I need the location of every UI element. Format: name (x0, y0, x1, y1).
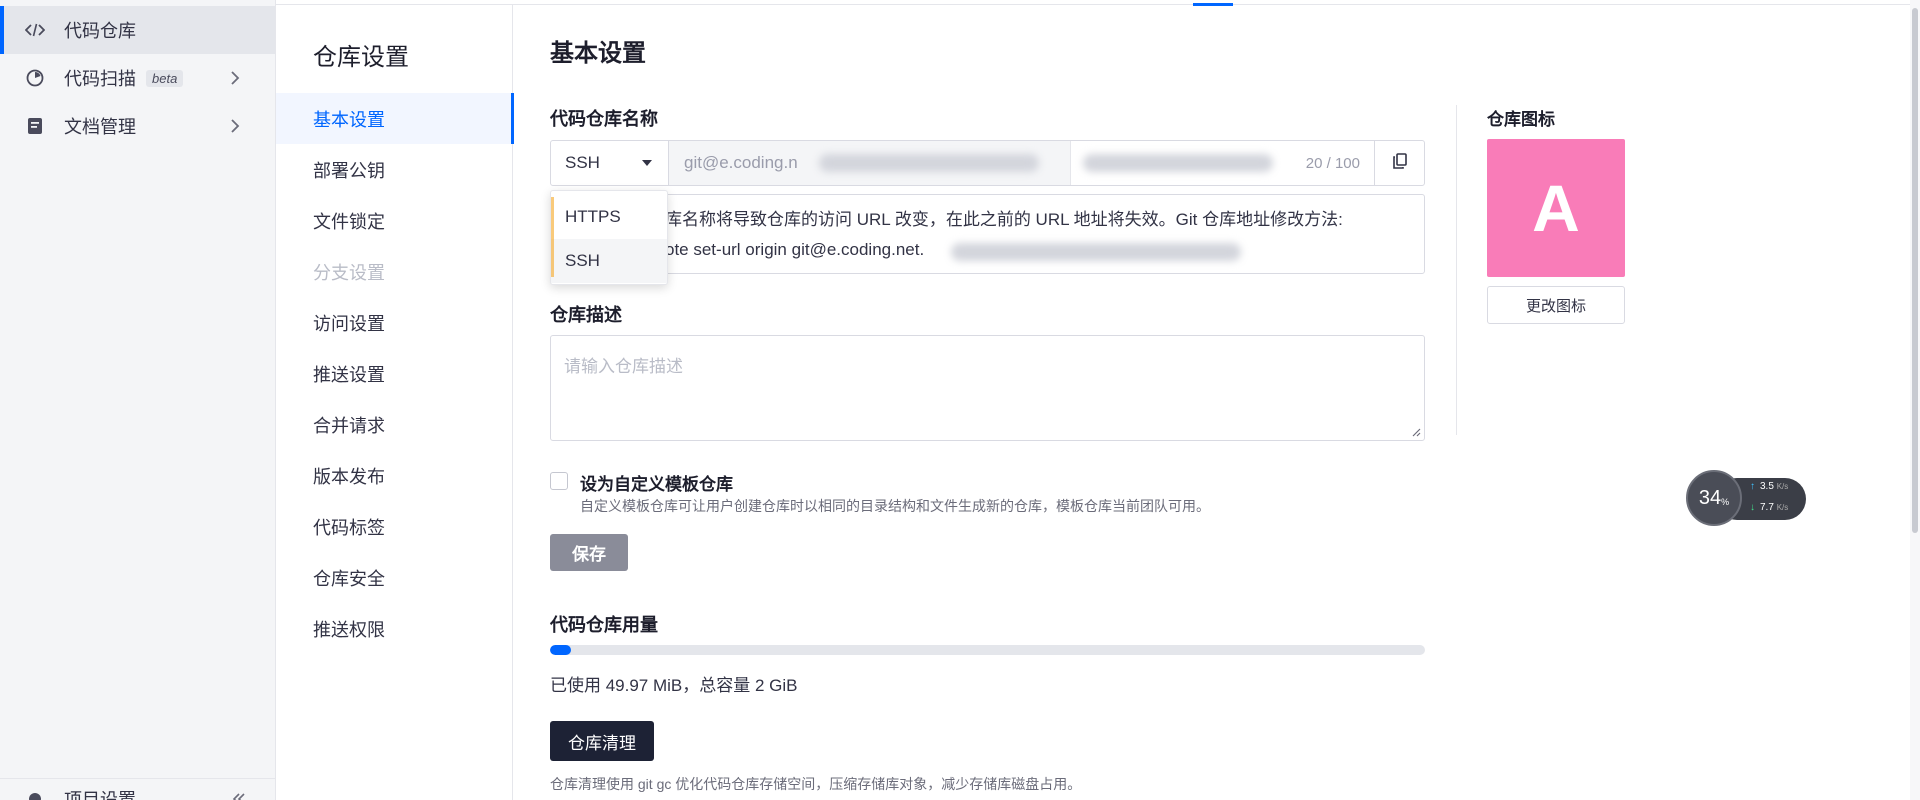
nav-item-code-scan[interactable]: 代码扫描 beta (0, 54, 275, 102)
rename-notice: 库名称将导致仓库的访问 URL 改变，在此之前的 URL 地址将失效。Git 仓… (550, 194, 1425, 274)
repo-name-label: 代码仓库名称 (550, 109, 658, 129)
settings-item-merge-request[interactable]: 合并请求 (276, 399, 513, 450)
collapse-icon[interactable] (229, 789, 249, 800)
chevron-right-icon (225, 68, 245, 88)
notice-line-1: 库名称将导致仓库的访问 URL 改变，在此之前的 URL 地址将失效。Git 仓… (665, 210, 1343, 229)
arrow-up-icon: ↑ (1750, 481, 1755, 492)
settings-item-access[interactable]: 访问设置 (276, 297, 513, 348)
page-title: 基本设置 (550, 40, 646, 67)
download-speed: ↓ 7.7 K/s (1750, 502, 1789, 513)
network-speed-widget[interactable]: ↑ 3.5 K/s ↓ 7.7 K/s 34% (1686, 470, 1806, 526)
description-textarea[interactable]: 请输入仓库描述 (550, 335, 1425, 441)
settings-item-tags[interactable]: 代码标签 (276, 501, 513, 552)
repo-name-row: SSH git@e.coding.n 20 / 100 (550, 140, 1425, 186)
app-sidebar: 代码仓库 代码扫描 beta 文档管理 项目设置 (0, 0, 276, 800)
change-icon-button[interactable]: 更改图标 (1487, 286, 1625, 324)
repo-name-input[interactable]: 20 / 100 (1071, 141, 1374, 185)
caret-down-icon (642, 160, 652, 166)
nav-item-docs[interactable]: 文档管理 (0, 102, 275, 150)
notice-line-2: ote set-url origin git@e.coding.net. (665, 240, 925, 259)
settings-item-release[interactable]: 版本发布 (276, 450, 513, 501)
description-placeholder: 请输入仓库描述 (564, 357, 683, 376)
beta-badge: beta (146, 69, 184, 87)
description-label: 仓库描述 (550, 305, 622, 325)
repo-icon-avatar: A (1487, 139, 1625, 277)
settings-title: 仓库设置 (313, 44, 409, 71)
vertical-divider (1456, 105, 1457, 435)
protocol-option-ssh[interactable]: SSH (551, 239, 667, 283)
document-icon (24, 115, 46, 137)
redacted-blur (951, 243, 1241, 261)
settings-sidebar: 仓库设置 基本设置 部署公钥 文件锁定 分支设置 访问设置 推送设置 合并请求 … (276, 5, 514, 800)
nav-item-project-settings[interactable]: 项目设置 (0, 778, 275, 800)
main-content: 基本设置 代码仓库名称 SSH git@e.coding.n 20 / 100 … (514, 5, 1906, 800)
repo-url-prefix: git@e.coding.n (684, 153, 798, 172)
cleanup-button[interactable]: 仓库清理 (550, 721, 654, 761)
settings-item-basic[interactable]: 基本设置 (276, 93, 514, 144)
nav-item-label: 文档管理 (64, 117, 136, 137)
settings-item-push-permission[interactable]: 推送权限 (276, 603, 513, 654)
protocol-value: SSH (565, 153, 600, 172)
protocol-select[interactable]: SSH (551, 141, 669, 185)
template-label[interactable]: 设为自定义模板仓库 (580, 470, 733, 495)
usage-progress-fill (550, 645, 572, 655)
settings-item-deploy-keys[interactable]: 部署公钥 (276, 144, 513, 195)
nav-item-code-repo[interactable]: 代码仓库 (0, 6, 275, 54)
settings-item-file-lock[interactable]: 文件锁定 (276, 195, 513, 246)
settings-item-branch: 分支设置 (313, 262, 385, 283)
template-help: 自定义模板仓库可让用户创建仓库时以相同的目录结构和文件生成新的仓库，模板仓库当前… (580, 498, 1210, 514)
page-scrollbar[interactable] (1910, 0, 1920, 800)
protocol-dropdown: HTTPS SSH (550, 190, 668, 285)
usage-text: 已使用 49.97 MiB，总容量 2 GiB (550, 676, 798, 695)
resize-grip-icon[interactable] (1411, 427, 1421, 437)
arrow-down-icon: ↓ (1750, 502, 1755, 513)
repo-url-readonly: git@e.coding.n (669, 141, 1071, 185)
save-button[interactable]: 保存 (550, 534, 628, 571)
nav-item-label: 项目设置 (64, 789, 136, 800)
scan-icon (24, 67, 46, 89)
cleanup-help: 仓库清理使用 git gc 优化代码仓库存储空间，压缩存储库对象，减少存储库磁盘… (550, 776, 1082, 792)
char-counter: 20 / 100 (1305, 154, 1360, 172)
chevron-right-icon (225, 116, 245, 136)
code-icon (24, 19, 46, 41)
usage-progress-bar (550, 645, 1425, 655)
upload-speed: ↑ 3.5 K/s (1750, 481, 1789, 492)
settings-item-push[interactable]: 推送设置 (276, 348, 513, 399)
copy-icon (1391, 152, 1409, 175)
nav-item-label: 代码仓库 (64, 21, 136, 41)
template-checkbox[interactable] (550, 472, 568, 490)
settings-item-security[interactable]: 仓库安全 (276, 552, 513, 603)
copy-button[interactable] (1374, 141, 1424, 185)
settings-icon (24, 788, 46, 800)
redacted-blur (1083, 154, 1273, 172)
redacted-blur (819, 154, 1039, 172)
scrollbar-thumb[interactable] (1912, 8, 1918, 533)
repo-icon-label: 仓库图标 (1487, 110, 1555, 129)
usage-label: 代码仓库用量 (550, 615, 658, 635)
nav-item-label: 代码扫描 (64, 69, 136, 89)
cpu-usage-circle: 34% (1686, 470, 1742, 526)
protocol-option-https[interactable]: HTTPS (551, 195, 667, 239)
